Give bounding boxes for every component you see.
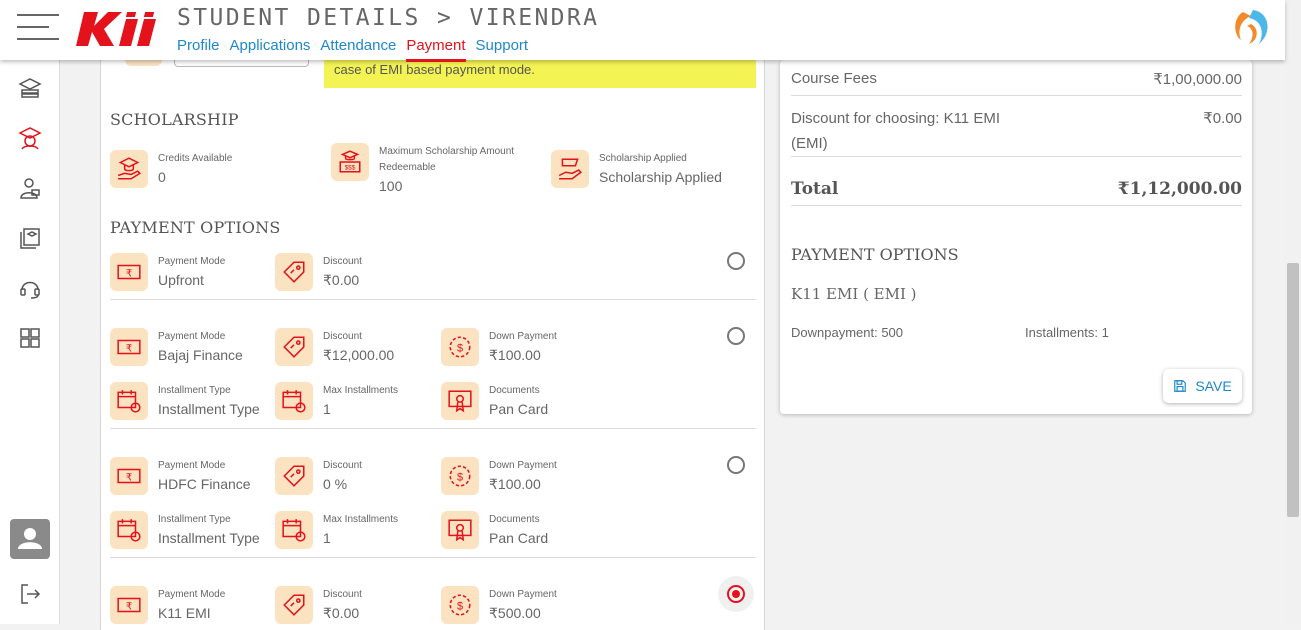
tab-applications[interactable]: Applications [230,37,311,62]
emi-note-banner: case of EMI based payment mode. [324,60,756,88]
divider [110,557,756,558]
discount-row: Discount for choosing: K11 EMI (EMI) ₹0.… [791,110,1242,152]
dollar-coin-icon: $ [441,328,479,366]
total-row: Total ₹1,12,000.00 [791,179,1242,199]
downpayment-info: Downpayment: 500 [791,325,904,340]
scholarship-heading: SCHOLARSHIP [110,110,239,129]
down-payment-field: $ Down Payment ₹100.00 [441,457,641,497]
svg-text:$: $ [457,471,463,483]
grid-icon[interactable] [18,326,42,350]
certificate-icon [441,511,479,549]
scholarship-hand-icon [110,150,148,188]
payment-options-heading: PAYMENT OPTIONS [110,218,281,237]
calendar-coin-icon [110,511,148,549]
tab-nav: Profile Applications Attendance Payment … [177,37,528,62]
scholarship-hand-icon [551,150,589,188]
payment-option-radio-upfront[interactable] [727,252,745,270]
scholarship-applied-field: Scholarship Applied Scholarship Applied [551,150,751,190]
svg-text:₹: ₹ [126,472,132,483]
scrollbar-thumb[interactable] [1287,263,1299,517]
dollar-coin-icon: $ [441,586,479,624]
down-payment-field: $ Down Payment ₹100.00 [441,328,641,368]
credits-available-field: Credits Available 0 [110,150,310,190]
library-icon[interactable] [18,226,42,250]
rupee-note-icon: ₹ [110,253,148,291]
logout-icon[interactable] [18,582,42,606]
courses-icon[interactable] [18,76,42,100]
calendar-coin-icon [275,511,313,549]
user-avatar-icon[interactable] [10,519,50,559]
payment-option-radio-bajaj-finance[interactable] [727,327,745,345]
documents-field: Documents Pan Card [441,382,641,422]
teacher-icon[interactable] [18,176,42,200]
divider [110,428,756,429]
certificate-icon [441,382,479,420]
payment-option-radio-k11-emi[interactable] [727,585,745,603]
rupee-note-icon: ₹ [110,586,148,624]
k11-logo [76,12,156,46]
sidebar [0,60,60,624]
svg-text:₹: ₹ [126,601,132,612]
headset-icon[interactable] [18,276,42,300]
tab-profile[interactable]: Profile [177,37,220,62]
tag-icon [275,586,313,624]
payment-option-radio-hdfc-finance[interactable] [727,456,745,474]
payment-details-card: case of EMI based payment mode. SCHOLARS… [100,60,765,630]
course-fees-row: Course Fees ₹1,00,000.00 [791,70,1242,88]
page-scrollbar[interactable] [1285,0,1301,624]
documents-field: Documents Pan Card [441,511,641,551]
installments-info: Installments: 1 [1025,325,1109,340]
tag-icon [275,328,313,366]
scholarship-money-icon: $$$ [331,143,369,181]
top-bar: STUDENT DETAILS > VIRENDRA Profile Appli… [0,0,1285,62]
down-payment-field: $ Down Payment ₹500.00 [441,586,641,626]
dollar-coin-icon: $ [441,457,479,495]
summary-options-heading: PAYMENT OPTIONS [791,245,959,264]
partial-icon-box [125,60,162,66]
tab-attendance[interactable]: Attendance [320,37,396,62]
divider [791,205,1242,206]
svg-text:$$$: $$$ [345,165,356,172]
discount-field: Discount ₹0.00 [275,253,475,293]
svg-text:₹: ₹ [126,268,132,279]
save-button[interactable]: SAVE [1163,369,1242,403]
divider [791,95,1242,96]
rupee-note-icon: ₹ [110,457,148,495]
calendar-coin-icon [110,382,148,420]
max-scholarship-field: $$$ Maximum Scholarship Amount Redeemabl… [331,143,541,195]
tag-icon [275,253,313,291]
calendar-coin-icon [275,382,313,420]
svg-text:$: $ [457,600,463,612]
tag-icon [275,457,313,495]
save-icon [1174,380,1187,392]
divider [791,156,1242,157]
hamburger-menu-icon[interactable] [17,14,59,40]
tab-payment[interactable]: Payment [406,37,466,62]
brand-mark-icon [1235,10,1268,44]
divider [110,299,756,300]
svg-text:₹: ₹ [126,343,132,354]
payment-summary-card: Course Fees ₹1,00,000.00 Discount for ch… [780,60,1252,414]
page-title: STUDENT DETAILS > VIRENDRA [177,5,600,31]
selected-option-label: K11 EMI ( EMI ) [791,285,917,303]
student-cap-icon[interactable] [18,126,42,150]
tab-support[interactable]: Support [476,37,529,62]
svg-text:$: $ [457,342,463,354]
rupee-note-icon: ₹ [110,328,148,366]
